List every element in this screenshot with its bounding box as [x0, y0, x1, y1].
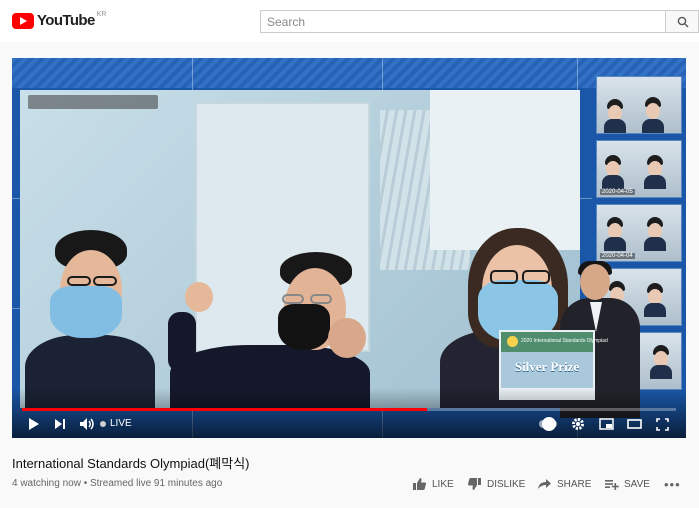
logo-text: YouTube [37, 12, 95, 29]
live-label: LIVE [110, 418, 132, 429]
like-icon [413, 478, 426, 490]
conference-toolbar [28, 95, 158, 109]
thumbnail-date: 2020-04-05 [600, 189, 635, 195]
dislike-button[interactable]: DISLIKE [467, 475, 525, 493]
live-badge[interactable]: LIVE [100, 418, 132, 429]
settings-button[interactable] [570, 416, 586, 432]
youtube-logo[interactable]: YouTube KR [12, 11, 107, 29]
main-webcam-feed [20, 90, 580, 408]
dislike-icon [468, 478, 481, 490]
more-icon[interactable]: ••• [664, 477, 681, 492]
video-player[interactable]: 2020-04-05 2020-04-04 2020 International… [12, 58, 686, 438]
like-button[interactable]: LIKE [412, 475, 454, 493]
thumbnail-date: 2020-04-04 [600, 253, 635, 259]
video-meta: 4 watching now • Streamed live 91 minute… [12, 478, 223, 489]
youtube-page: YouTube KR Search 2020-04-05 2020-04-04 … [0, 0, 699, 508]
youtube-logo-icon [12, 12, 34, 29]
fullscreen-button[interactable] [654, 416, 670, 432]
miniplayer-button[interactable] [598, 416, 614, 432]
next-icon [55, 419, 65, 429]
background-window [430, 90, 580, 250]
participant-thumbnail [596, 76, 682, 134]
fullscreen-icon [655, 417, 669, 431]
progress-fill [22, 408, 428, 411]
progress-bar[interactable] [22, 408, 676, 411]
search-icon [677, 16, 689, 28]
region-code: KR [96, 11, 107, 18]
save-label: SAVE [624, 478, 650, 490]
share-icon [538, 479, 551, 489]
presenter-head [580, 264, 610, 300]
search-button[interactable] [666, 10, 699, 33]
miniplayer-icon [598, 418, 614, 430]
like-label: LIKE [432, 478, 454, 490]
dislike-label: DISLIKE [487, 478, 526, 490]
live-dot [100, 420, 106, 427]
search-box [260, 10, 666, 33]
theater-button[interactable] [626, 416, 642, 432]
save-icon [605, 480, 619, 490]
theater-icon [626, 419, 642, 429]
prize-board-subtitle: 2020 International Standards Olympiad [521, 338, 608, 344]
masthead: YouTube KR [0, 0, 699, 42]
emblem-icon [507, 336, 518, 347]
play-icon [29, 418, 39, 430]
participant-thumbnail: 2020-04-05 [596, 140, 682, 198]
volume-icon [80, 418, 94, 430]
settings-icon [572, 418, 584, 430]
prize-board-title: Silver Prize [514, 359, 580, 374]
prize-board-header: 2020 International Standards Olympiad [501, 332, 608, 352]
play-button[interactable] [26, 416, 42, 432]
share-label: SHARE [557, 478, 592, 490]
backdrop-stripes [12, 58, 686, 88]
autoplay-toggle-knob [542, 417, 556, 431]
search-input[interactable] [261, 11, 665, 32]
participant-thumbnail: 2020-04-04 [596, 204, 682, 262]
share-button[interactable]: SHARE [537, 475, 591, 493]
save-button[interactable]: SAVE [604, 475, 650, 493]
video-title: International Standards Olympiad(폐막식) [12, 456, 250, 471]
volume-button[interactable] [78, 416, 96, 432]
next-button[interactable] [52, 416, 68, 432]
